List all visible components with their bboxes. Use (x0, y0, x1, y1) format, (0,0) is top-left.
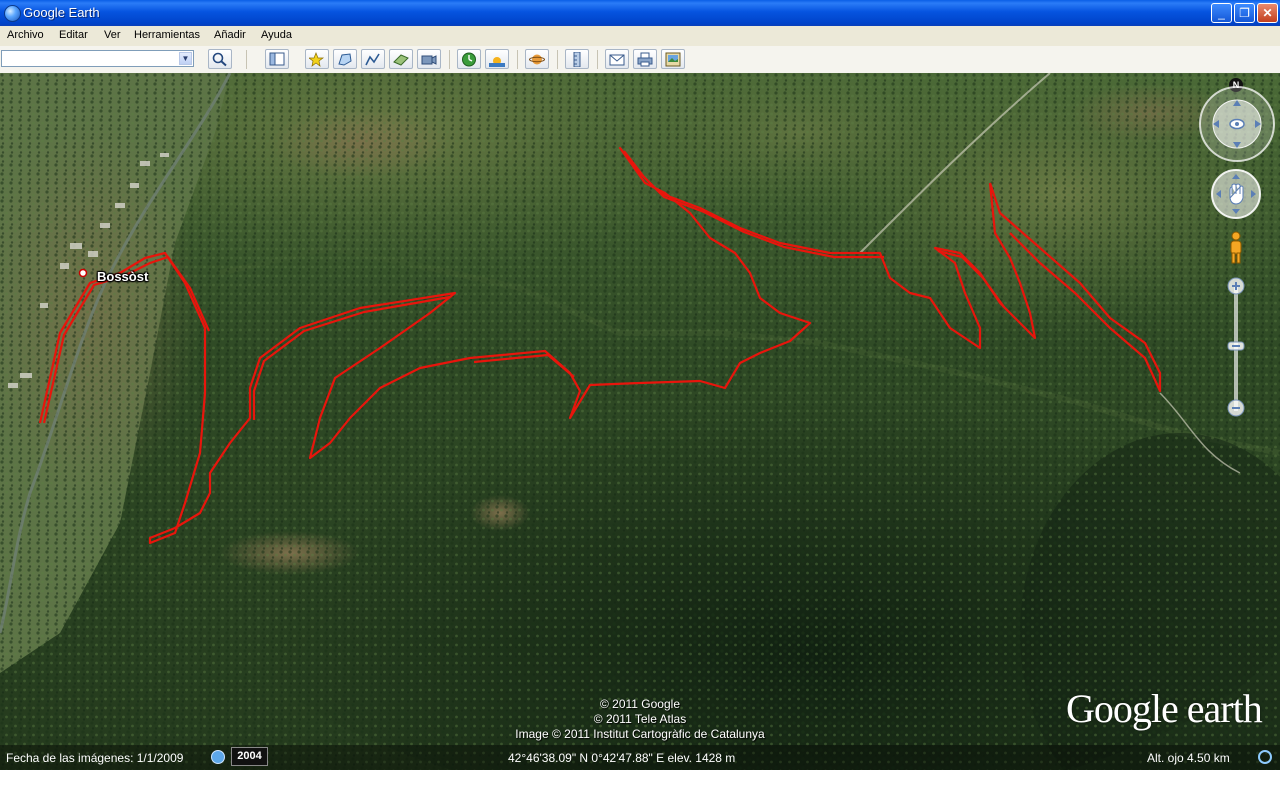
historical-imagery-icon (462, 52, 476, 67)
menu-bar: Archivo Editar Ver Herramientas Añadir A… (0, 26, 1280, 47)
email-icon (609, 54, 625, 66)
path-icon (365, 53, 380, 66)
menu-archivo[interactable]: Archivo (7, 29, 44, 41)
toolbar-separator (517, 50, 518, 69)
add-polygon-button[interactable] (333, 49, 357, 69)
add-image-overlay-button[interactable] (389, 49, 413, 69)
pointer-coordinates: 42°46'38.09" N 0°42'47.88" E elev. 1428 … (508, 751, 736, 765)
look-around-control[interactable] (1198, 85, 1276, 163)
add-placemark-button[interactable] (305, 49, 329, 69)
sunlight-icon (489, 57, 505, 67)
street-view-pegman-icon[interactable] (1228, 231, 1244, 265)
imagery-year-badge[interactable]: 2004 (231, 747, 268, 766)
place-marker-icon[interactable] (78, 268, 88, 278)
sidebar-toggle-icon (269, 52, 285, 66)
menu-editar[interactable]: Editar (59, 29, 88, 41)
save-image-button[interactable] (661, 49, 685, 69)
satellite-terrain (0, 73, 1280, 770)
menu-anadir[interactable]: Añadir (214, 29, 246, 41)
eye-altitude: Alt. ojo 4.50 km (1147, 751, 1230, 765)
save-image-icon (665, 52, 681, 67)
print-icon (637, 52, 653, 67)
menu-ver[interactable]: Ver (104, 29, 121, 41)
status-bar: Fecha de las imágenes: 1/1/2009 2004 42°… (0, 745, 1280, 770)
attribution-icc: Image © 2011 Institut Cartogràfic de Cat… (515, 727, 765, 741)
planets-button[interactable] (525, 49, 549, 69)
historical-imagery-button[interactable] (457, 49, 481, 69)
sidebar-toggle-button[interactable] (265, 49, 289, 69)
minimize-button[interactable]: _ (1211, 3, 1232, 23)
add-path-button[interactable] (361, 49, 385, 69)
window-title: Google Earth (23, 5, 100, 20)
hand-icon (1229, 183, 1244, 205)
ruler-icon (573, 52, 581, 67)
toolbar-separator (597, 50, 598, 69)
streaming-status-icon (1258, 750, 1272, 764)
image-overlay-icon (393, 54, 409, 66)
google-earth-logo: Google earth (1066, 686, 1263, 731)
record-tour-button[interactable] (417, 49, 441, 69)
toolbar: ▼ (0, 46, 1280, 74)
maximize-button[interactable]: ❐ (1234, 3, 1255, 23)
place-label-bossost[interactable]: Bossòst (97, 269, 148, 284)
zoom-slider[interactable] (1226, 277, 1246, 421)
search-input[interactable]: ▼ (1, 50, 194, 67)
google-earth-app-icon (4, 5, 21, 22)
imagery-date: Fecha de las imágenes: 1/1/2009 (6, 751, 184, 765)
menu-ayuda[interactable]: Ayuda (261, 29, 292, 41)
search-dropdown-chevron-icon[interactable]: ▼ (179, 52, 192, 65)
email-button[interactable] (605, 49, 629, 69)
search-button[interactable] (208, 49, 232, 69)
attribution-tele-atlas: © 2011 Tele Atlas (593, 712, 687, 726)
polygon-icon (338, 53, 352, 66)
print-button[interactable] (633, 49, 657, 69)
historical-clock-icon[interactable] (211, 750, 225, 764)
toolbar-separator (246, 50, 247, 69)
planets-icon (529, 54, 545, 65)
toolbar-separator (449, 50, 450, 69)
toolbar-separator (557, 50, 558, 69)
title-bar: Google Earth _ ❐ ✕ (0, 0, 1280, 26)
ruler-button[interactable] (565, 49, 589, 69)
earth-3d-view[interactable]: Bossòst © 2011 Google © 2011 Tele Atlas … (0, 73, 1280, 770)
record-tour-icon (421, 55, 437, 65)
window-bottom-border (0, 770, 1280, 800)
attribution-google: © 2011 Google (599, 697, 680, 711)
search-icon (212, 52, 227, 67)
close-button[interactable]: ✕ (1257, 3, 1278, 23)
move-control[interactable] (1210, 168, 1262, 220)
sunlight-button[interactable] (485, 49, 509, 69)
placemark-icon (309, 52, 325, 67)
menu-herramientas[interactable]: Herramientas (134, 29, 200, 41)
